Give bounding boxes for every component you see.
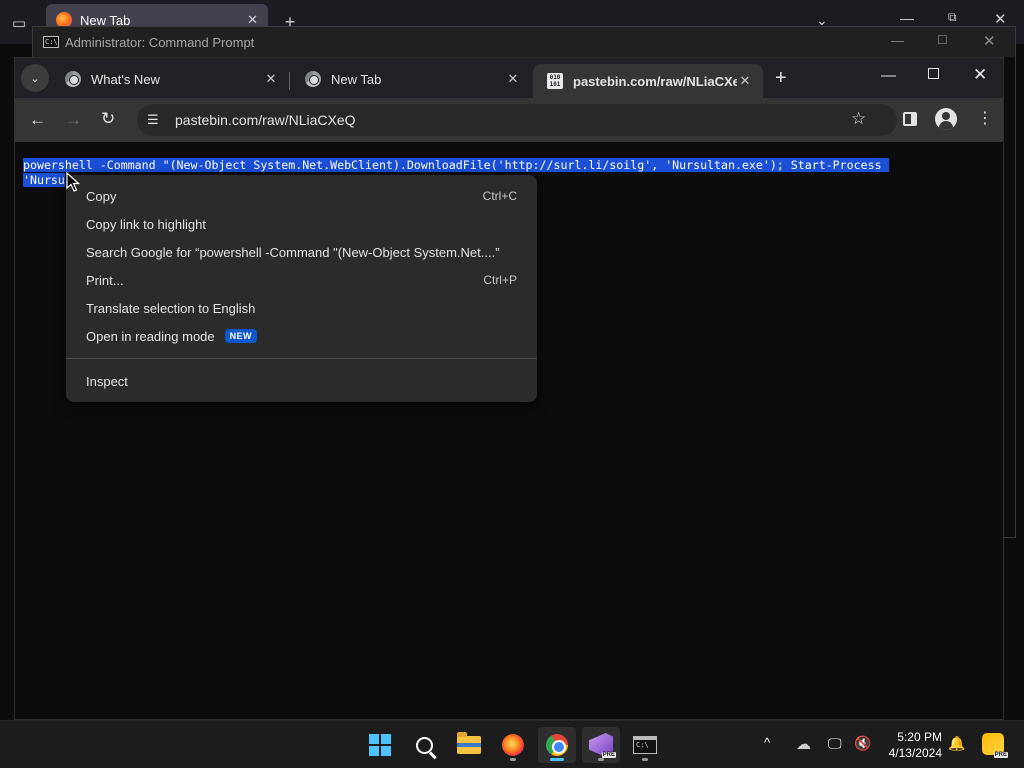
taskbar-chrome[interactable] [538, 727, 576, 763]
forward-button[interactable]: → [65, 110, 82, 130]
tab-label: pastebin.com/raw/NLiaCXeQ [573, 73, 737, 89]
new-tab-button[interactable]: + [775, 67, 787, 90]
menu-item-search-google[interactable]: Search Google for “powershell -Command "… [66, 238, 537, 266]
terminal-icon: C:\ [43, 36, 59, 48]
chrome-maximize-button[interactable] [928, 68, 939, 79]
onedrive-icon[interactable]: ☁ [796, 735, 811, 753]
profile-avatar[interactable] [935, 108, 957, 130]
menu-item-label: Translate selection to English [86, 300, 256, 316]
show-hidden-icons-chevron-icon[interactable]: ^ [764, 735, 770, 750]
taskbar-command-prompt[interactable]: C:\ [626, 727, 664, 763]
firefox-tab-list-icon[interactable]: ▭ [8, 12, 30, 34]
firefox-minimize-button[interactable]: — [900, 10, 914, 26]
taskbar-visual-studio-preview[interactable]: PRE [582, 727, 620, 763]
menu-item-reading-mode[interactable]: Open in reading mode NEW [66, 322, 537, 350]
shortcut-label: Ctrl+C [482, 189, 517, 203]
notification-bell-icon[interactable]: 🔔 [948, 735, 965, 752]
pastebin-icon: 010 101 [547, 73, 563, 89]
clock-time: 5:20 PM [897, 730, 942, 744]
copilot-icon[interactable]: PRE [982, 733, 1008, 758]
chrome-icon [65, 71, 81, 87]
selected-text-line-1[interactable]: powershell -Command "(New-Object System.… [23, 158, 889, 172]
taskbar-file-explorer[interactable] [450, 727, 488, 763]
terminal-icon: C:\ [633, 736, 657, 754]
reload-button[interactable]: ↻ [101, 109, 115, 129]
windows-icon [369, 734, 391, 756]
close-icon[interactable]: ✕ [505, 71, 521, 87]
side-panel-icon[interactable] [903, 112, 917, 126]
preview-badge: PRE [993, 752, 1008, 758]
firefox-restore-button[interactable]: ⧉ [948, 10, 957, 25]
chrome-menu-icon[interactable]: ⋮ [977, 108, 993, 128]
taskbar-firefox[interactable] [494, 727, 532, 763]
selected-text-line-2[interactable]: 'Nursu [23, 173, 65, 187]
volume-muted-icon[interactable]: 🔇 [854, 735, 871, 752]
folder-icon [457, 732, 481, 754]
tab-new-tab[interactable]: New Tab ✕ [291, 64, 531, 94]
address-bar[interactable]: ☰ pastebin.com/raw/NLiaCXeQ [137, 104, 897, 136]
cmd-window-title: Administrator: Command Prompt [65, 34, 255, 50]
taskbar: PRE C:\ ^ ☁ 🖵 🔇 5:20 PM 4/13/2024 🔔 PRE [0, 720, 1024, 768]
firefox-icon [502, 734, 524, 756]
chrome-tab-strip: ⌄ What's New ✕ New Tab ✕ 010 101 pastebin… [15, 58, 1003, 98]
menu-item-label: Copy link to highlight [86, 216, 206, 232]
tab-separator [289, 72, 290, 90]
menu-item-label: Print... [86, 272, 124, 288]
menu-divider [66, 358, 537, 359]
bookmark-star-icon[interactable]: ☆ [851, 109, 866, 129]
chrome-minimize-button[interactable]: — [881, 67, 896, 84]
running-indicator [598, 758, 604, 761]
menu-item-label: Inspect [86, 373, 128, 389]
new-badge: NEW [224, 329, 257, 343]
chrome-icon [546, 734, 568, 756]
cmd-titlebar[interactable]: C:\ Administrator: Command Prompt [33, 27, 1015, 57]
tab-label: New Tab [331, 71, 382, 87]
close-icon[interactable]: ✕ [737, 73, 753, 89]
tab-pastebin-active[interactable]: 010 101 pastebin.com/raw/NLiaCXeQ ✕ [533, 64, 763, 98]
network-icon[interactable]: 🖵 [828, 735, 842, 752]
back-button[interactable]: ← [29, 110, 46, 130]
running-indicator [642, 758, 648, 761]
menu-item-label: Open in reading mode [86, 328, 215, 344]
taskbar-search-button[interactable] [405, 727, 443, 763]
menu-item-print[interactable]: Print... Ctrl+P [66, 266, 537, 294]
chrome-toolbar: ← → ↻ ☰ pastebin.com/raw/NLiaCXeQ ☆ ⋮ [15, 98, 1003, 142]
url-text[interactable]: pastebin.com/raw/NLiaCXeQ [175, 112, 356, 128]
tab-label: What's New [91, 71, 160, 87]
running-indicator [510, 758, 516, 761]
close-icon[interactable]: ✕ [263, 71, 279, 87]
cmd-minimize-button[interactable]: — [891, 33, 904, 48]
menu-item-inspect[interactable]: Inspect [66, 367, 537, 395]
menu-item-copy[interactable]: Copy Ctrl+C [66, 182, 537, 210]
cmd-maximize-button[interactable]: ☐ [937, 33, 948, 47]
clock-date: 4/13/2024 [888, 746, 942, 760]
clock[interactable]: 5:20 PM 4/13/2024 [882, 729, 942, 761]
mouse-cursor-icon [66, 172, 80, 192]
shortcut-label: Ctrl+P [483, 273, 517, 287]
chrome-icon [305, 71, 321, 87]
menu-item-translate[interactable]: Translate selection to English [66, 294, 537, 322]
menu-item-label: Search Google for “powershell -Command "… [86, 244, 500, 260]
site-info-icon[interactable]: ☰ [147, 112, 163, 128]
menu-item-label: Copy [86, 188, 117, 204]
chrome-close-button[interactable]: ✕ [973, 65, 987, 85]
start-button[interactable] [361, 727, 399, 763]
active-indicator [550, 758, 564, 761]
preview-badge: PRE [601, 752, 616, 758]
tab-whats-new[interactable]: What's New ✕ [51, 64, 289, 94]
context-menu: Copy Ctrl+C Copy link to highlight Searc… [66, 175, 537, 402]
tab-search-button[interactable]: ⌄ [21, 64, 49, 92]
cmd-close-button[interactable]: ✕ [983, 32, 996, 50]
menu-item-copy-link-to-highlight[interactable]: Copy link to highlight [66, 210, 537, 238]
search-icon [415, 736, 433, 754]
